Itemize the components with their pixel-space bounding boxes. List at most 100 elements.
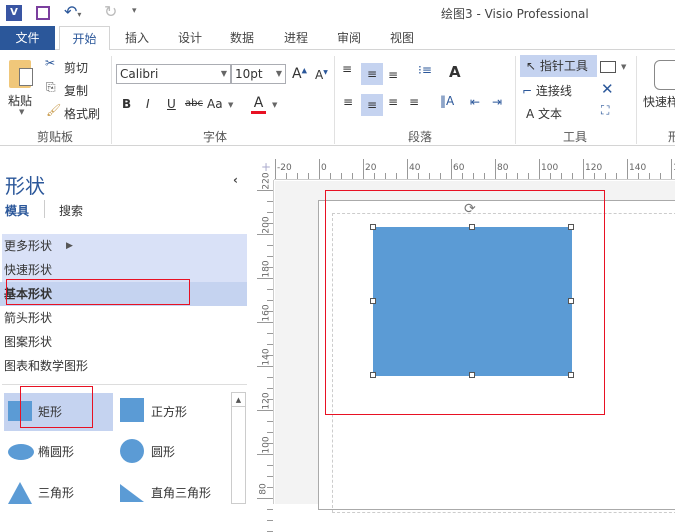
change-case-button[interactable]: Aa — [207, 97, 223, 111]
ruler-tick — [649, 173, 650, 179]
connection-point-icon[interactable]: ⛶ — [601, 103, 609, 118]
align-middle-icon[interactable]: ≡ — [361, 63, 383, 85]
align-top-icon[interactable]: ≡ — [342, 62, 352, 76]
drawing-canvas[interactable]: ⟳ — [275, 181, 675, 513]
align-left-icon[interactable]: ≡ — [343, 95, 353, 109]
tab-process[interactable]: 进程 — [274, 26, 318, 50]
connector-tool-button[interactable]: ⌐ 连接线 — [522, 82, 572, 99]
copy-button[interactable]: 复制 — [64, 82, 88, 99]
customize-icon[interactable]: ▾ — [132, 6, 137, 16]
align-center-icon[interactable]: ≡ — [361, 94, 383, 116]
vertical-ruler[interactable]: 220 200 180 160 140 120 100 80 — [257, 172, 274, 532]
save-icon[interactable] — [36, 6, 50, 20]
ruler-label: 140 — [629, 163, 647, 173]
category-charts-math[interactable]: 图表和数学图形 — [0, 354, 247, 378]
text-direction-icon[interactable]: A — [449, 63, 461, 81]
tab-home[interactable]: 开始 — [59, 26, 110, 51]
strikethrough-button[interactable]: abc — [185, 98, 203, 109]
redo-icon: ↻ — [104, 2, 118, 21]
ruler-label: 80 — [258, 483, 269, 495]
category-arrow-shapes[interactable]: 箭头形状 — [0, 306, 247, 330]
ruler-tick — [257, 498, 273, 499]
paste-dropdown-icon[interactable]: ▼ — [19, 108, 24, 116]
bold-button[interactable]: B — [122, 97, 131, 111]
category-pattern-shapes[interactable]: 图案形状 — [0, 330, 247, 354]
format-painter-button[interactable]: 格式刷 — [64, 105, 100, 122]
paste-icon[interactable] — [9, 60, 33, 88]
tab-stencils[interactable]: 模具 — [5, 202, 29, 219]
chevron-down-icon[interactable]: ▼ — [228, 101, 233, 109]
shape-circle[interactable]: 圆形 — [116, 433, 226, 471]
scroll-up-icon[interactable]: ▲ — [232, 393, 245, 407]
ruler-label: 200 — [261, 216, 272, 234]
decrease-indent-icon[interactable]: ⇤ — [470, 95, 480, 109]
shape-triangle[interactable]: 三角形 — [4, 474, 113, 512]
collapse-panel-button[interactable]: ‹ — [233, 173, 238, 187]
chevron-down-icon[interactable]: ▼ — [272, 101, 277, 109]
ruler-tick — [440, 173, 441, 179]
tab-data[interactable]: 数据 — [220, 26, 264, 50]
grow-font-icon[interactable]: A▲ — [292, 66, 307, 82]
font-size-select[interactable]: 10pt ▼ — [231, 64, 286, 84]
tab-file[interactable]: 文件 — [0, 26, 55, 50]
shape-square[interactable]: 正方形 — [116, 393, 226, 431]
tab-design[interactable]: 设计 — [168, 26, 212, 50]
copy-icon: ⎘ — [46, 80, 56, 94]
paste-button[interactable]: 粘贴 — [8, 92, 32, 109]
ruler-tick — [528, 173, 529, 179]
shape-ellipse[interactable]: 椭圆形 — [4, 433, 113, 471]
ruler-tick — [257, 454, 273, 455]
triangle-icon — [8, 482, 32, 504]
tab-review[interactable]: 审阅 — [327, 26, 371, 50]
cut-button[interactable]: 剪切 — [64, 59, 88, 76]
ruler-label: 40 — [409, 163, 421, 173]
undo-icon[interactable]: ↶▾ — [64, 2, 81, 21]
bullets-icon[interactable]: ⁝≡ — [418, 63, 432, 77]
italic-button[interactable]: I — [146, 97, 150, 111]
category-more-shapes[interactable]: 更多形状 ▶ — [0, 234, 247, 258]
ruler-tick — [257, 322, 273, 323]
text-rotate-icon[interactable]: ‖A — [440, 94, 454, 108]
quick-styles-icon[interactable] — [654, 60, 675, 90]
align-right-icon[interactable]: ≡ — [388, 95, 398, 109]
increase-indent-icon[interactable]: ⇥ — [492, 95, 502, 109]
pointer-icon: ↖ — [526, 59, 537, 73]
ruler-label: 0 — [321, 163, 327, 173]
ruler-tick — [363, 159, 364, 179]
close-icon[interactable]: ✕ — [601, 80, 614, 98]
ruler-tick — [605, 173, 606, 179]
ruler-label: 220 — [261, 172, 272, 190]
chevron-down-icon: ▼ — [275, 69, 282, 78]
shape-right-triangle[interactable]: 直角三角形 — [116, 474, 226, 512]
shape-label: 椭圆形 — [38, 445, 75, 459]
ruler-tick — [275, 159, 276, 179]
tools-group-label: 工具 — [562, 130, 587, 144]
horizontal-ruler[interactable]: -20020406080100120140160 — [274, 159, 675, 180]
font-group-label: 字体 — [202, 130, 227, 144]
ruler-tick — [616, 173, 617, 179]
ruler-tick — [561, 173, 562, 179]
cut-icon: ✂ — [45, 56, 56, 70]
shrink-font-icon[interactable]: A▼ — [315, 68, 328, 82]
tab-search[interactable]: 搜索 — [59, 202, 83, 219]
ruler-tick — [594, 173, 595, 179]
ruler-tick — [267, 333, 273, 334]
ruler-tick — [267, 388, 273, 389]
underline-button[interactable]: U — [167, 97, 176, 111]
tab-insert[interactable]: 插入 — [115, 26, 159, 50]
text-tool-button[interactable]: A 文本 — [526, 105, 562, 122]
scrollbar[interactable]: ▲ — [231, 392, 246, 504]
ruler-tick — [257, 410, 273, 411]
font-color-button[interactable]: A — [251, 95, 266, 114]
pointer-tool-button[interactable]: ↖ 指针工具 — [520, 55, 597, 77]
ruler-tick — [407, 159, 408, 179]
font-size-value: 10pt — [235, 67, 263, 81]
tab-view[interactable]: 视图 — [380, 26, 424, 50]
justify-icon[interactable]: ≡ — [409, 95, 419, 109]
chevron-down-icon[interactable]: ▼ — [621, 63, 626, 71]
rectangle-tool-icon[interactable] — [600, 61, 616, 73]
quick-styles-button[interactable]: 快速样 — [643, 93, 675, 110]
align-bottom-icon[interactable]: ≡ — [388, 68, 398, 82]
font-name-select[interactable]: Calibri ▼ — [116, 64, 231, 84]
ruler-tick — [517, 173, 518, 179]
